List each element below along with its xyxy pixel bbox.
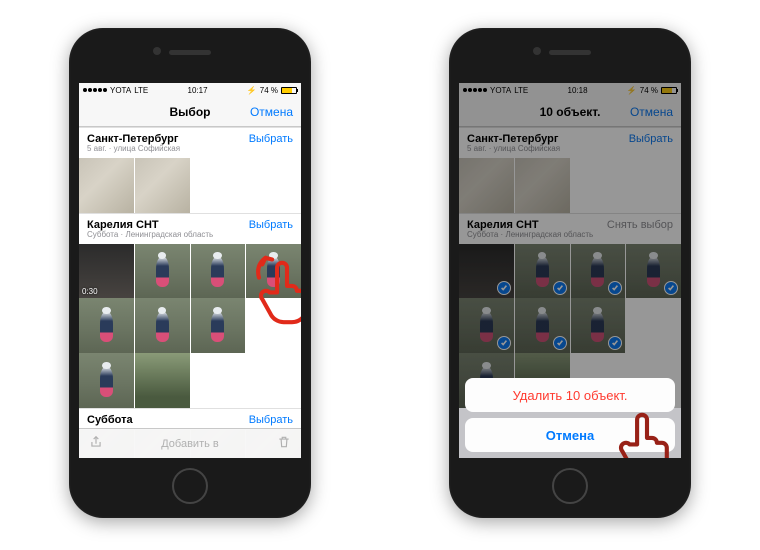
home-button[interactable] [552,468,588,504]
photo-thumb[interactable] [135,244,190,299]
bottom-toolbar: Добавить в [79,428,301,458]
nav-title: Выбор [170,105,211,119]
photo-thumb[interactable] [79,298,134,353]
action-sheet-overlay: Удалить 10 объект. Отмена [459,83,681,458]
toolbar-add-to: Добавить в [79,438,301,450]
section-select-button[interactable]: Выбрать [249,414,293,426]
status-bar: YOTA LTE 10:17 ⚡ 74 % [79,83,301,97]
photo-placeholder [246,298,301,353]
photo-thumb[interactable] [135,353,190,408]
photo-placeholder [191,353,246,408]
carrier-label: YOTA [110,86,131,95]
charging-icon: ⚡ [247,86,257,95]
battery-icon [281,87,297,94]
photo-thumb[interactable] [246,244,301,299]
photo-thumb[interactable] [135,298,190,353]
section-select-button[interactable]: Выбрать [249,219,293,231]
section-select-button[interactable]: Выбрать [249,133,293,145]
clock: 10:17 [188,86,208,95]
section-subtitle: 5 авг. · улица Софийская [87,145,180,154]
video-duration: 0:30 [82,287,98,296]
photo-row: 0:30 [79,244,301,299]
network-label: LTE [134,86,148,95]
photo-row [79,353,301,408]
home-button[interactable] [172,468,208,504]
section-header-spb: Санкт-Петербург 5 авг. · улица Софийская… [79,127,301,158]
photo-thumb[interactable] [79,353,134,408]
photo-placeholder [246,353,301,408]
iphone-left: YOTA LTE 10:17 ⚡ 74 % Выбор Отмена Санкт… [69,28,311,518]
section-header-karelia: Карелия СНТ Суббота · Ленинградская обла… [79,213,301,244]
photo-thumb[interactable] [135,158,190,213]
screen-left: YOTA LTE 10:17 ⚡ 74 % Выбор Отмена Санкт… [79,83,301,458]
photo-thumb[interactable] [79,158,134,213]
section-title: Суббота [87,414,133,426]
nav-cancel-button[interactable]: Отмена [250,105,293,119]
screen-right: YOTA LTE 10:18 ⚡ 74 % 10 объект. Отмена … [459,83,681,458]
section-subtitle: Суббота · Ленинградская область [87,231,213,240]
sheet-cancel-button[interactable]: Отмена [465,418,675,452]
nav-bar: Выбор Отмена [79,97,301,127]
photo-row [79,298,301,353]
photo-thumb[interactable] [191,244,246,299]
photo-thumb[interactable] [191,298,246,353]
photo-placeholder [246,158,301,213]
photo-placeholder [191,158,246,213]
section-title: Карелия СНТ [87,219,213,231]
photo-row [79,158,301,213]
delete-button[interactable]: Удалить 10 объект. [465,378,675,412]
battery-pct: 74 % [260,86,278,95]
video-thumb[interactable]: 0:30 [79,244,134,299]
signal-dots-icon [83,88,107,92]
iphone-right: YOTA LTE 10:18 ⚡ 74 % 10 объект. Отмена … [449,28,691,518]
section-header-saturday: Суббота Выбрать [79,408,301,430]
